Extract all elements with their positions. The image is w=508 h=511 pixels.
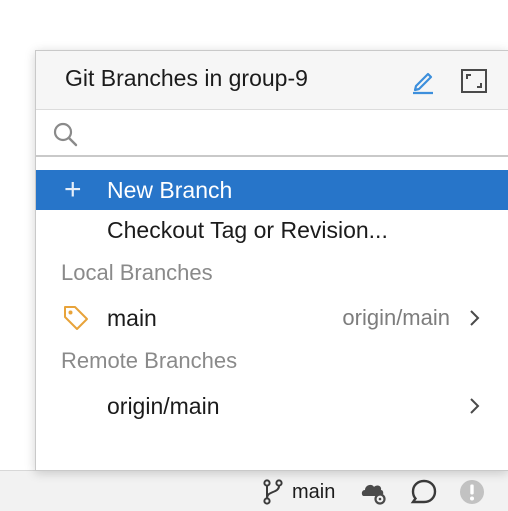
status-branch-label: main bbox=[292, 480, 336, 503]
status-branch-widget[interactable]: main bbox=[262, 478, 335, 506]
edit-pencil-icon[interactable] bbox=[408, 66, 438, 96]
remote-branches-header: Remote Branches bbox=[61, 348, 238, 373]
remote-branch-item-origin-main[interactable]: origin/main bbox=[36, 386, 508, 426]
checkout-tag-label: Checkout Tag or Revision... bbox=[107, 216, 388, 243]
popup-title: Git Branches in group-9 bbox=[65, 65, 308, 91]
notifications-bubble-icon[interactable] bbox=[410, 478, 438, 506]
tag-icon bbox=[64, 306, 88, 330]
new-branch-label: New Branch bbox=[107, 176, 233, 203]
search-field[interactable] bbox=[36, 109, 508, 157]
search-input[interactable] bbox=[88, 117, 492, 151]
local-branch-name: main bbox=[107, 304, 157, 331]
local-branches-header: Local Branches bbox=[61, 260, 213, 285]
git-branch-icon bbox=[263, 479, 283, 505]
local-branch-item-main[interactable]: main origin/main bbox=[36, 298, 508, 338]
git-branches-popup: Git Branches in group-9 + New Branch Che… bbox=[35, 50, 508, 471]
maximize-icon[interactable] bbox=[459, 66, 489, 96]
tracking-branch-label: origin/main bbox=[342, 305, 450, 330]
new-branch-item[interactable]: + New Branch bbox=[36, 170, 508, 210]
remote-settings-icon[interactable] bbox=[360, 478, 388, 506]
search-icon bbox=[53, 122, 78, 147]
chevron-right-icon[interactable] bbox=[468, 396, 482, 416]
chevron-right-icon[interactable] bbox=[468, 308, 482, 328]
problems-indicator-icon[interactable] bbox=[458, 478, 486, 506]
checkout-tag-item[interactable]: Checkout Tag or Revision... bbox=[36, 210, 508, 250]
remote-branch-name: origin/main bbox=[107, 392, 220, 419]
popup-header: Git Branches in group-9 bbox=[36, 51, 508, 110]
plus-icon: + bbox=[64, 173, 82, 206]
